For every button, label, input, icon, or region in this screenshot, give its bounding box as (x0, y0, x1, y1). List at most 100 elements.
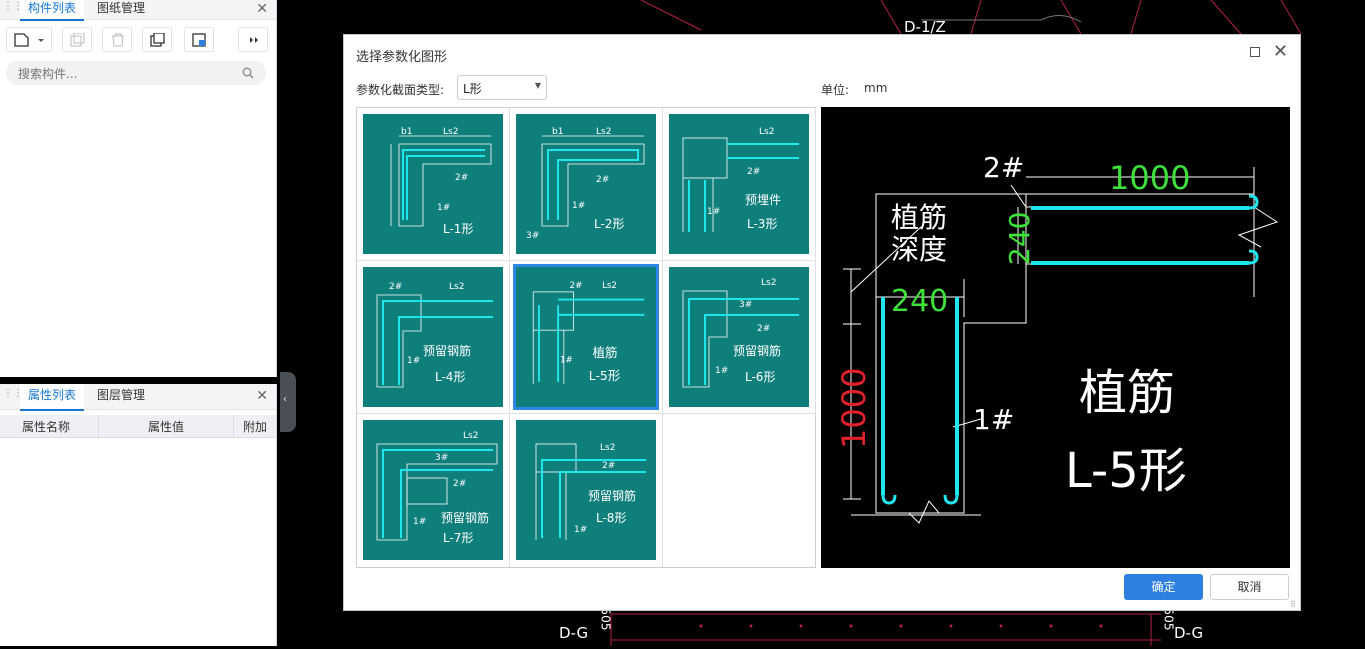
bar-label: 3# (435, 453, 448, 463)
bar-label: 2# (453, 479, 466, 489)
shape-name: L-1形 (443, 222, 473, 236)
bar-label: 3# (526, 231, 539, 241)
axis-label: D-G (1174, 624, 1204, 642)
bar-label: 1# (437, 203, 450, 213)
drag-grip-icon[interactable]: ⋮⋮ (3, 389, 23, 403)
shape-option-l8[interactable]: Ls2 2# 1# 预留钢筋 L-8形 (510, 414, 663, 567)
bar-label: 2# (596, 175, 609, 185)
tab-property-list[interactable]: 属性列表 (20, 384, 85, 411)
property-table-header: 属性名称 属性值 附加 (0, 415, 276, 438)
bar-label: 2# (747, 167, 760, 177)
dim-label: b1 (401, 127, 412, 137)
dialog-title: 选择参数化图形 (356, 50, 448, 65)
search-icon[interactable] (242, 67, 254, 79)
bar-label: 1# (407, 356, 420, 366)
column-header: 属性值 (148, 420, 185, 434)
property-panel: ⋮⋮ 属性列表 图层管理 ✕ 属性名称 属性值 附加 (0, 384, 277, 646)
dim-label: Ls2 (443, 127, 458, 137)
shape-option-l7[interactable]: Ls2 3# 2# 1# 预留钢筋 L-7形 (357, 414, 510, 567)
shape-name: L-7形 (443, 531, 473, 545)
close-icon[interactable]: ✕ (256, 384, 268, 409)
dim-label: Ls2 (600, 443, 615, 453)
dimension-label: 1000 (835, 368, 873, 449)
parametric-shape-dialog: 选择参数化图形 ✕ 参数化截面类型: L形 ▼ 单位: mm b1 Ls2 2#… (343, 34, 1301, 611)
shape-name: L-2形 (594, 217, 624, 231)
close-icon[interactable]: ✕ (256, 0, 268, 18)
column-header: 附加 (243, 420, 268, 434)
bar-label: 2# (757, 324, 770, 334)
shape-name: L-5形 (589, 368, 621, 383)
import-component-button[interactable] (184, 27, 214, 52)
close-icon[interactable]: ✕ (1273, 41, 1288, 62)
shape-name: L-6形 (745, 370, 775, 384)
tab-drawing-management[interactable]: 图纸管理 (89, 0, 153, 19)
bar-label: 2# (983, 151, 1024, 184)
duplicate-layer-button[interactable] (142, 27, 172, 52)
shape-subtitle: 植筋 (593, 345, 618, 360)
cancel-button[interactable]: 取消 (1210, 574, 1289, 600)
dim-label: Ls2 (463, 431, 478, 441)
copy-component-button[interactable] (62, 27, 92, 52)
more-button[interactable] (238, 27, 268, 52)
dim-label: Ls2 (602, 281, 617, 291)
delete-component-button[interactable] (102, 27, 132, 52)
bar-label: 2# (455, 173, 468, 183)
bar-label: 2# (389, 282, 402, 292)
component-search (6, 61, 266, 85)
dim-label: Ls2 (449, 282, 464, 292)
bar-label: 1# (560, 356, 573, 366)
bar-label: 2# (602, 461, 615, 471)
bar-label: 3# (739, 300, 752, 310)
component-toolbar (6, 27, 268, 53)
preview-label: 植筋 (891, 201, 947, 234)
chevron-down-icon: ▼ (534, 81, 541, 90)
maximize-icon[interactable] (1250, 47, 1260, 57)
shape-subtitle: 预留钢筋 (733, 343, 781, 358)
shape-subtitle: 预留钢筋 (441, 510, 489, 525)
ok-button[interactable]: 确定 (1124, 574, 1203, 600)
preview-label: 深度 (891, 233, 947, 266)
shape-grid: b1 Ls2 2# 1# L-1形 b1 Ls2 2# 1# 3# L-2形 L… (356, 107, 816, 568)
dim-label: Ls2 (761, 278, 776, 288)
shape-subtitle: 预留钢筋 (588, 488, 636, 503)
panel-tabbar: ⋮⋮ 构件列表 图纸管理 ✕ (0, 0, 276, 21)
component-list-panel: ⋮⋮ 构件列表 图纸管理 ✕ (0, 0, 277, 377)
tab-component-list[interactable]: 构件列表 (20, 0, 85, 21)
section-type-select[interactable]: L形 ▼ (457, 75, 547, 100)
chevron-left-icon: ‹ (283, 394, 287, 405)
collapse-panel-handle[interactable]: ‹ (280, 372, 296, 432)
axis-label: D-G (559, 624, 589, 642)
tab-layer-management[interactable]: 图层管理 (89, 384, 153, 409)
preview-title: 植筋 (1079, 365, 1175, 421)
shape-option-l3[interactable]: Ls2 2# 1# 预埋件 L-3形 (663, 108, 816, 261)
dim-label: Ls2 (596, 127, 611, 137)
shape-subtitle: 预埋件 (745, 193, 781, 207)
shape-option-l4[interactable]: 2# Ls2 1# 预留钢筋 L-4形 (357, 261, 510, 414)
shape-preview: 2# 1000 植筋 深度 240 240 1000 1# 植筋 L-5形 (821, 107, 1290, 568)
dimension-label: 1000 (1109, 159, 1190, 197)
preview-title: L-5形 (1065, 443, 1187, 499)
dimension-label: 240 (891, 284, 948, 319)
bar-label: 1# (715, 366, 728, 376)
shape-option-l6[interactable]: Ls2 3# 2# 1# 预留钢筋 L-6形 (663, 261, 816, 414)
unit-value: mm (864, 81, 888, 95)
resize-grip-icon[interactable]: ⠿ (1290, 600, 1298, 609)
bar-label: 1# (707, 207, 720, 217)
dimension-label: 240 (1003, 212, 1036, 265)
section-type-value: L形 (463, 82, 482, 96)
unit-label: 单位: (821, 83, 850, 97)
shape-subtitle: 预留钢筋 (423, 343, 471, 358)
shape-option-l5[interactable]: 2# Ls2 1# 植筋 L-5形 (510, 261, 663, 414)
drag-grip-icon[interactable]: ⋮⋮ (3, 2, 23, 16)
bar-label: 1# (413, 517, 426, 527)
search-input[interactable] (16, 64, 240, 84)
shape-option-l2[interactable]: b1 Ls2 2# 1# 3# L-2形 (510, 108, 663, 261)
shape-name: L-8形 (596, 511, 626, 525)
dim-label: b1 (552, 127, 563, 137)
column-header: 属性名称 (22, 420, 71, 434)
bar-label: 2# (570, 281, 583, 291)
shape-option-l1[interactable]: b1 Ls2 2# 1# L-1形 (357, 108, 510, 261)
bar-label: 1# (973, 403, 1014, 436)
shape-name: L-4形 (435, 370, 465, 384)
new-component-button[interactable] (6, 27, 52, 52)
